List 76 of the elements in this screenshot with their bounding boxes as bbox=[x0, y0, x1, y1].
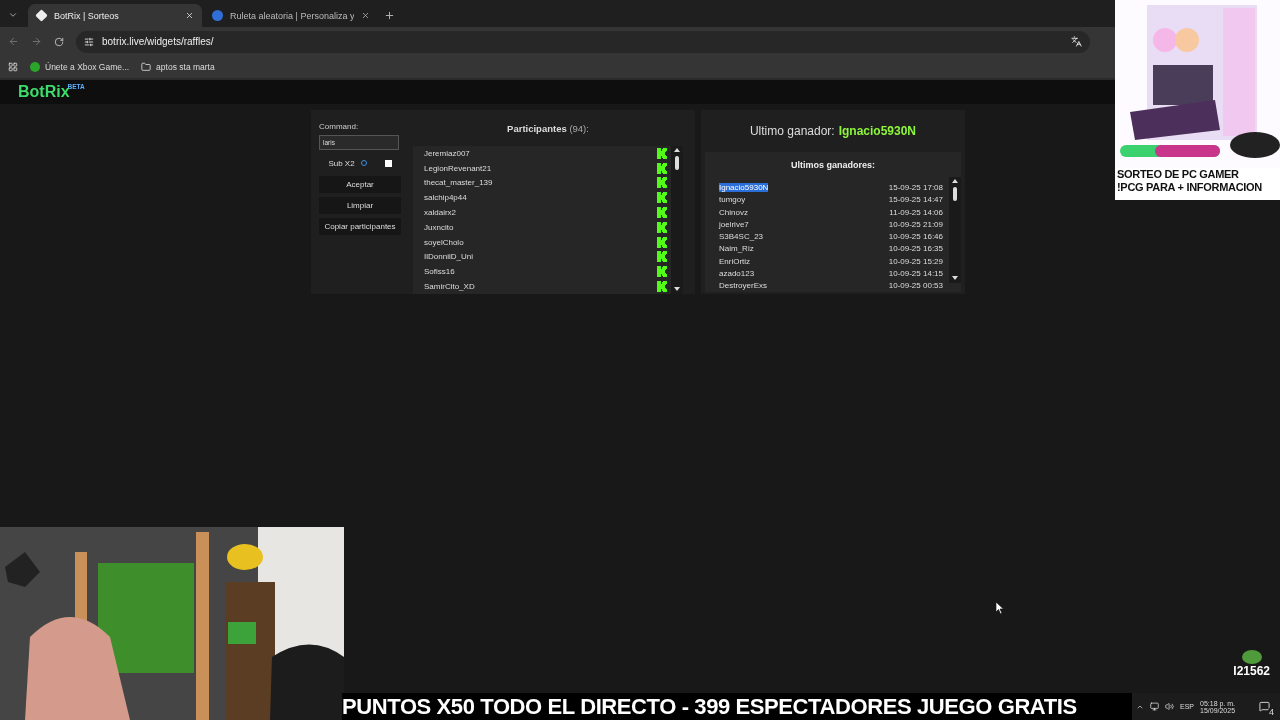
platform-icon bbox=[657, 177, 667, 189]
forward-icon[interactable] bbox=[31, 36, 42, 47]
sub-checkbox[interactable] bbox=[384, 159, 392, 167]
back-icon[interactable] bbox=[8, 36, 19, 47]
winner-entry[interactable]: Ignacio5930N bbox=[719, 182, 769, 192]
ad-text: !PCG PARA + INFORMACION bbox=[1116, 181, 1263, 194]
platform-icon bbox=[657, 281, 667, 293]
winner-entry[interactable]: joelrive7 bbox=[719, 219, 749, 229]
ad-text: SORTEO DE PC GAMER bbox=[1116, 168, 1240, 181]
participant-name: Sofiss16 bbox=[424, 267, 455, 277]
platform-icon bbox=[657, 162, 667, 174]
scrollbar[interactable] bbox=[949, 177, 961, 284]
win-date: 15-09-25 17:08 bbox=[888, 182, 943, 192]
browser-tab[interactable]: BotRix | Sorteos bbox=[28, 4, 202, 27]
scrollbar[interactable] bbox=[671, 146, 683, 294]
win-date: 15-09-25 14:47 bbox=[888, 195, 943, 205]
participant-name: Juxncito bbox=[424, 222, 454, 232]
winner-entry[interactable]: DestroyerExs bbox=[719, 281, 767, 291]
notification-count: 4 bbox=[1268, 707, 1275, 717]
site-settings-icon[interactable] bbox=[84, 36, 94, 47]
stream-banner: PUNTOS X50 TODO EL DIRECTO - 399 ESPECTADORES JUEGO GRATIS bbox=[342, 693, 1132, 720]
notifications-icon[interactable] bbox=[1259, 701, 1270, 712]
platform-icon bbox=[657, 221, 667, 233]
participant-name: IlDonniiD_Uni bbox=[424, 252, 473, 262]
win-date: 11-09-25 14:06 bbox=[889, 207, 943, 217]
win-date: 10-09-25 21:09 bbox=[888, 219, 943, 229]
chevron-down-icon[interactable] bbox=[8, 10, 18, 20]
favicon-icon bbox=[212, 10, 223, 21]
winner-name: Ignacio5930N bbox=[838, 124, 917, 138]
close-icon[interactable] bbox=[361, 11, 370, 20]
bookmark[interactable]: Únete a Xbox Game... bbox=[30, 62, 130, 72]
new-tab-icon[interactable] bbox=[384, 10, 395, 21]
winner-entry[interactable]: Chinovz bbox=[719, 207, 748, 217]
winner-label: Ultimo ganador: bbox=[749, 124, 835, 138]
logo[interactable]: BotRix bbox=[18, 83, 70, 101]
command-label: Command: bbox=[319, 122, 360, 131]
platform-icon bbox=[657, 207, 667, 219]
folder-icon bbox=[141, 62, 152, 72]
platform-icon bbox=[657, 266, 667, 278]
platform-icon bbox=[657, 251, 667, 263]
favicon-icon bbox=[35, 9, 48, 22]
action-button[interactable]: Limpiar bbox=[319, 197, 401, 214]
bookmark[interactable]: aptos sta marta bbox=[141, 62, 215, 72]
address-bar[interactable]: botrix.live/widgets/raffles/ bbox=[76, 30, 1090, 53]
win-date: 10-09-25 15:29 bbox=[888, 256, 943, 266]
action-button[interactable]: Copiar participantes bbox=[319, 218, 401, 235]
win-date: 10-09-25 16:35 bbox=[888, 244, 943, 254]
participant-name: soyelCholo bbox=[424, 237, 464, 247]
winners-title: Ultimos ganadores: bbox=[790, 158, 876, 172]
winner-entry[interactable]: S3B4SC_23 bbox=[719, 232, 764, 242]
win-date: 10-09-25 14:15 bbox=[888, 269, 943, 279]
platform-icon bbox=[657, 147, 667, 159]
win-date: 10-09-25 00:53 bbox=[888, 281, 943, 291]
winner-entry[interactable]: Naim_Riz bbox=[719, 244, 754, 254]
participant-name: SamirCito_XD bbox=[424, 282, 475, 292]
participant-name: thecat_master_139 bbox=[424, 178, 493, 188]
apps-icon[interactable] bbox=[8, 62, 18, 72]
winner-entry[interactable]: tumgoy bbox=[719, 195, 746, 205]
translate-icon[interactable] bbox=[1071, 36, 1082, 47]
participants-title: Participantes (94): bbox=[506, 121, 590, 136]
viewer-tag: I21562 bbox=[1233, 664, 1270, 678]
reload-icon[interactable] bbox=[54, 36, 64, 47]
participant-name: Jeremiaz007 bbox=[424, 148, 470, 158]
platform-icon bbox=[657, 192, 667, 204]
sub-label: Sub X2 bbox=[328, 158, 355, 168]
cursor-icon bbox=[996, 602, 1004, 614]
volume-icon[interactable] bbox=[1165, 702, 1174, 711]
platform-icon bbox=[657, 236, 667, 248]
browser-tab[interactable]: Ruleta aleatoria | Personaliza y bbox=[204, 4, 378, 27]
participant-name: LegionRevenant21 bbox=[424, 163, 492, 173]
winner-entry[interactable]: EnriOrtiz bbox=[719, 256, 751, 266]
winner-entry[interactable]: azado123 bbox=[719, 269, 755, 279]
participant-name: salchip4p44 bbox=[424, 193, 467, 203]
action-button[interactable]: Aceptar bbox=[319, 176, 401, 193]
participant-name: xaldairx2 bbox=[424, 208, 456, 218]
win-date: 10-09-25 16:46 bbox=[888, 232, 943, 242]
